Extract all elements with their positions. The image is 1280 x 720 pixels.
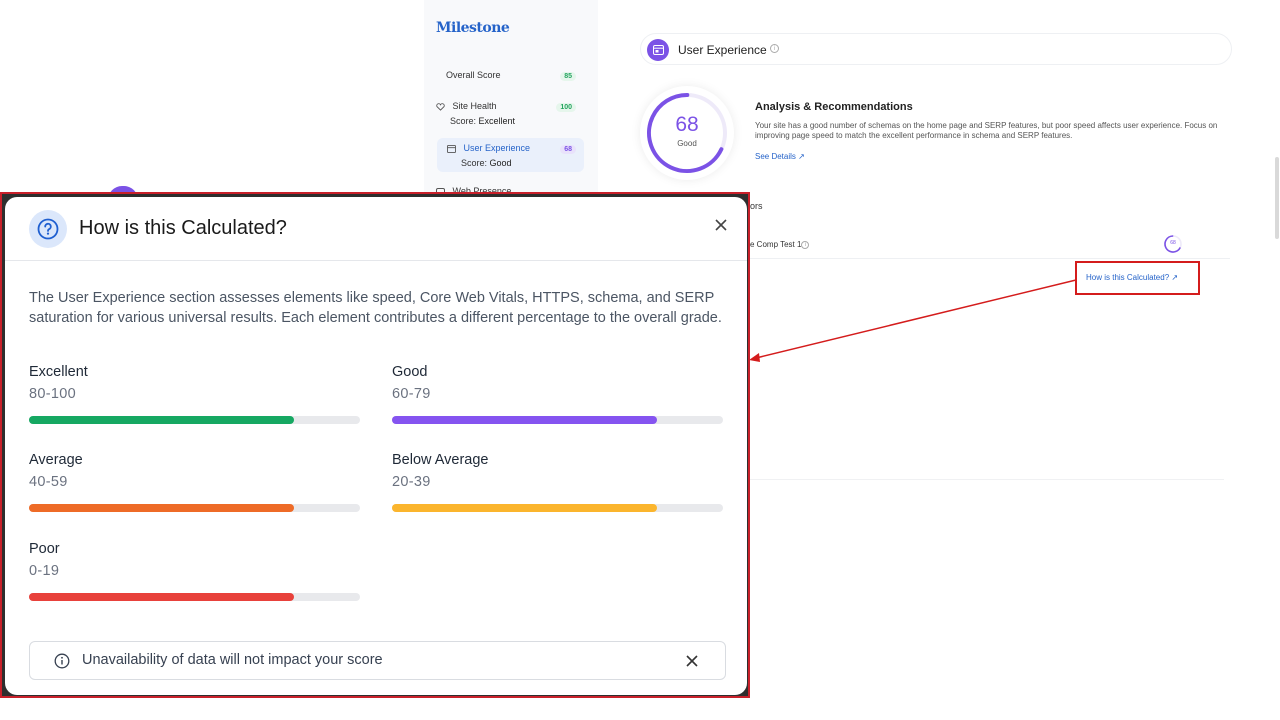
- tier-bar-fill: [392, 416, 657, 424]
- analysis-title: Analysis & Recommendations: [755, 101, 913, 113]
- tier-bar-fill: [29, 416, 294, 424]
- info-icon[interactable]: i: [770, 44, 779, 53]
- factors-heading: ors: [750, 201, 763, 211]
- tier-range: 80-100: [29, 386, 76, 402]
- info-icon: [54, 653, 70, 669]
- gauge-value: 68: [675, 113, 699, 136]
- tier-range: 40-59: [29, 474, 68, 490]
- section-title: User Experience: [678, 43, 767, 57]
- sidebar-item-label: Overall Score: [446, 70, 501, 80]
- tier-name: Average: [29, 452, 83, 468]
- modal-title: How is this Calculated?: [79, 217, 287, 239]
- sidebar-item-sub: Score: Excellent: [450, 116, 516, 126]
- divider: [750, 479, 1224, 480]
- sidebar-item-user-experience[interactable]: User Experience 68 Score: Good: [437, 138, 584, 172]
- tier-bar-fill: [392, 504, 657, 512]
- tier-name: Good: [392, 364, 428, 380]
- factor-score: 68: [1170, 240, 1176, 246]
- tier-bar-track: [29, 593, 360, 601]
- close-icon[interactable]: [685, 654, 699, 668]
- notice-text: Unavailability of data will not impact y…: [82, 652, 383, 668]
- gauge-label: Good: [677, 139, 697, 148]
- modal-description: The User Experience section assesses ele…: [29, 290, 722, 326]
- scrollbar-thumb[interactable]: [1275, 157, 1279, 239]
- modal-highlight-frame: How is this Calculated? The User Experie…: [0, 192, 750, 698]
- tier-below-average: Below Average 20-39: [392, 452, 724, 512]
- tier-bar-fill: [29, 593, 294, 601]
- tier-name: Excellent: [29, 364, 88, 380]
- tier-range: 0-19: [29, 563, 60, 579]
- tier-range: 60-79: [392, 386, 431, 402]
- sidebar-item-sub: Score: Good: [461, 158, 512, 168]
- score-gauge: 68 Good: [640, 86, 734, 180]
- sidebar-item-label: Site Health: [452, 101, 497, 111]
- app-logo: Milestone: [436, 20, 510, 36]
- heart-icon: [436, 102, 445, 111]
- screenshot-canvas: Milestone Overall Score 85 Site Health 1…: [0, 0, 1280, 720]
- see-details-link[interactable]: See Details ↗: [755, 152, 805, 161]
- info-icon[interactable]: i: [801, 240, 810, 249]
- browser-icon: [647, 39, 669, 61]
- tier-name: Below Average: [392, 452, 489, 468]
- sidebar-item-overall-score[interactable]: Overall Score 85: [446, 70, 584, 81]
- analysis-body: Your site has a good number of schemas o…: [755, 121, 1218, 140]
- close-icon[interactable]: [711, 215, 731, 235]
- tier-bar-track: [392, 416, 723, 424]
- tier-bar-track: [29, 504, 360, 512]
- tier-average: Average 40-59: [29, 452, 361, 512]
- tier-range: 20-39: [392, 474, 431, 490]
- tier-poor: Poor 0-19: [29, 541, 361, 601]
- tier-good: Good 60-79: [392, 364, 724, 424]
- modal-header: How is this Calculated?: [5, 197, 747, 261]
- sidebar-item-site-health[interactable]: Site Health 100 Score: Excellent: [436, 101, 584, 126]
- tier-name: Poor: [29, 541, 60, 557]
- data-notice-banner: Unavailability of data will not impact y…: [29, 641, 726, 680]
- factor-label: e Comp Test 1: [750, 240, 802, 249]
- divider: [750, 258, 1230, 259]
- factor-row[interactable]: e Comp Test 1i: [750, 240, 810, 249]
- tier-excellent: Excellent 80-100: [29, 364, 361, 424]
- tier-bar-track: [392, 504, 723, 512]
- score-badge: 85: [560, 72, 576, 81]
- browser-icon: [447, 144, 456, 153]
- score-badge: 68: [560, 145, 576, 154]
- sidebar: Milestone Overall Score 85 Site Health 1…: [424, 0, 598, 200]
- sidebar-item-label: User Experience: [463, 143, 531, 153]
- score-badge: 100: [556, 103, 576, 112]
- how-calculated-link[interactable]: How is this Calculated? ↗: [1086, 273, 1178, 282]
- how-calculated-modal: How is this Calculated? The User Experie…: [5, 197, 747, 695]
- section-header: User Experience i: [640, 33, 1232, 65]
- help-icon: [29, 210, 67, 248]
- factor-score-gauge: 68: [1163, 234, 1183, 259]
- tier-bar-track: [29, 416, 360, 424]
- tier-bar-fill: [29, 504, 294, 512]
